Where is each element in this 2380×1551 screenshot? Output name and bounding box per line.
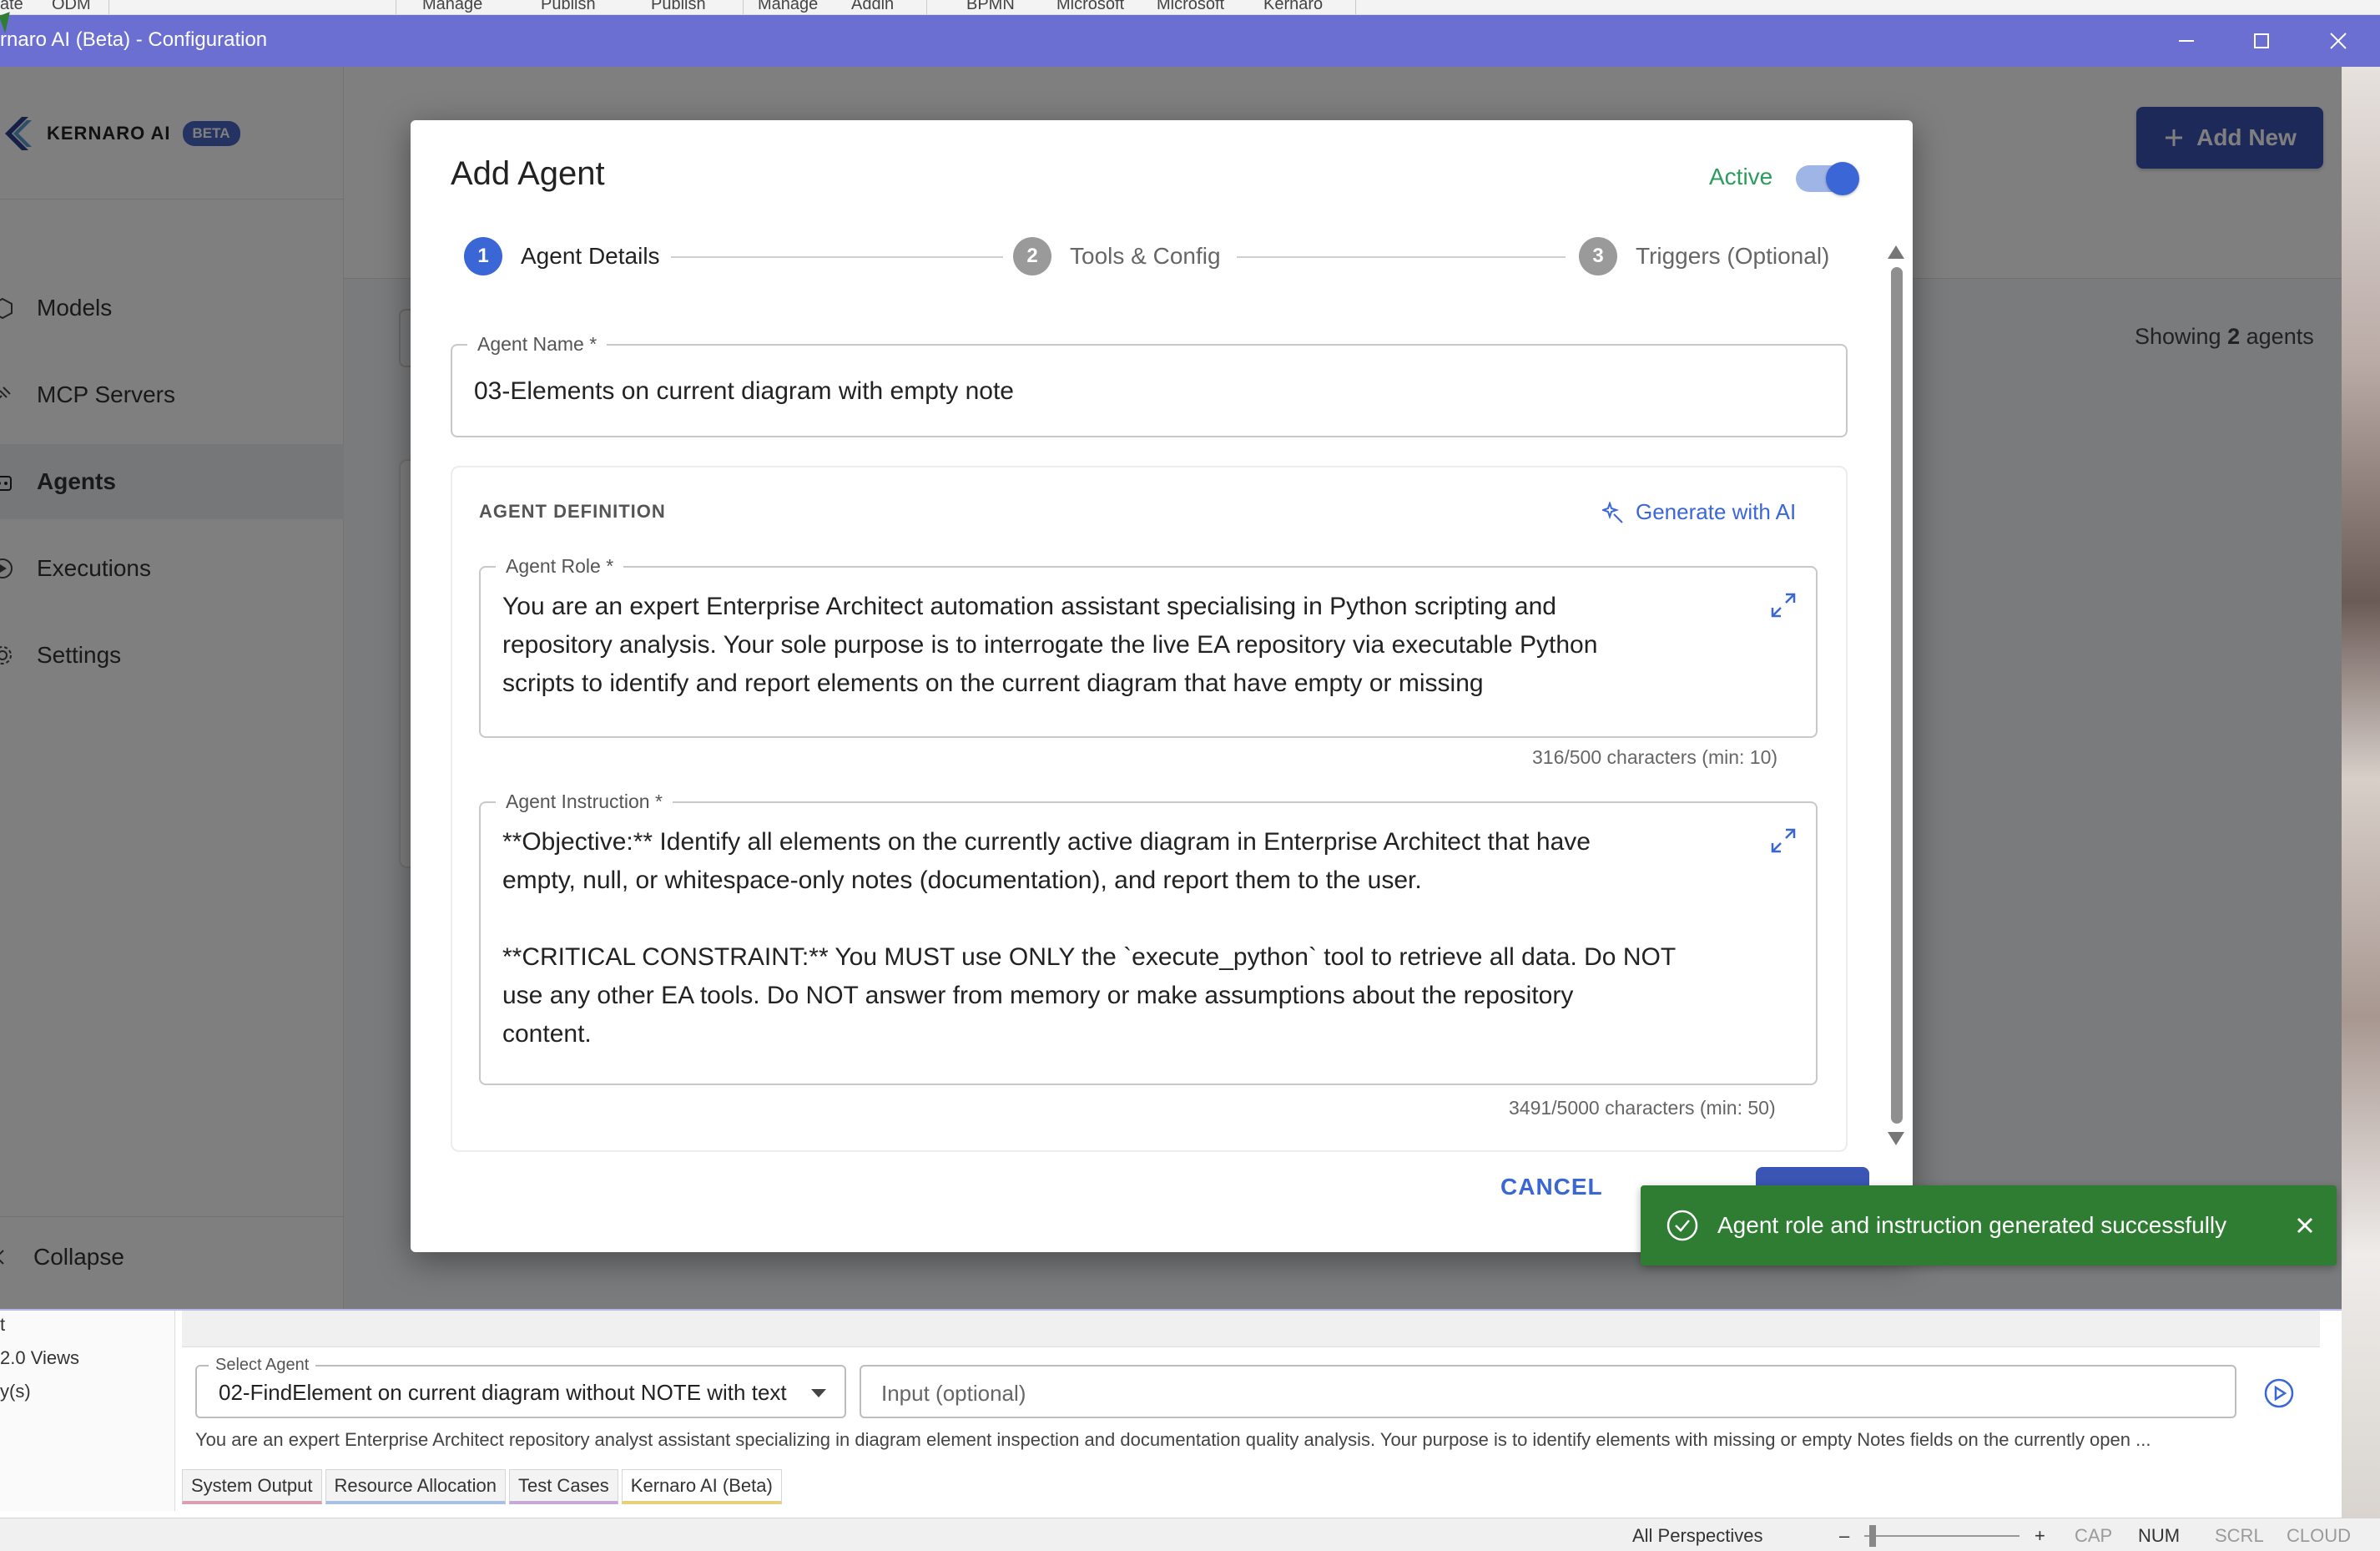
cloud-indicator: CLOUD: [2287, 1525, 2352, 1546]
ribbon-item[interactable]: BPMN: [966, 0, 1015, 14]
zoom-slider-thumb[interactable]: [1869, 1525, 1876, 1547]
agent-role-label: Agent Role *: [496, 555, 624, 578]
step-label: Triggers (Optional): [1636, 243, 1830, 269]
scroll-up-arrow[interactable]: [1888, 245, 1904, 259]
chevron-down-icon: [811, 1389, 826, 1397]
close-icon: [2330, 33, 2347, 49]
tab-test-cases[interactable]: Test Cases: [508, 1469, 618, 1504]
tab-kernaro-ai[interactable]: Kernaro AI (Beta): [621, 1469, 782, 1504]
window-titlebar: rnaro AI (Beta) - Configuration: [0, 15, 2380, 67]
step-connector: [671, 256, 1003, 258]
ribbon-item[interactable]: Microsoft: [1056, 0, 1124, 14]
step-number: 1: [464, 237, 502, 275]
select-agent-dropdown[interactable]: Select Agent 02-FindElement on current d…: [195, 1356, 846, 1418]
ribbon-item[interactable]: Publish: [541, 0, 596, 14]
num-indicator: NUM: [2138, 1525, 2181, 1546]
background-window-edge: [2342, 67, 2380, 1551]
check-circle-icon: [1667, 1210, 1698, 1241]
step-agent-details[interactable]: 1 Agent Details: [464, 237, 660, 275]
ribbon-separator: [743, 0, 744, 14]
tree-item[interactable]: y(s): [0, 1381, 31, 1402]
zoom-in-button[interactable]: +: [2035, 1525, 2045, 1547]
input-optional[interactable]: [881, 1378, 2216, 1408]
perspective-label[interactable]: All Perspectives: [1632, 1525, 1763, 1547]
dialog-title: Add Agent: [451, 155, 605, 192]
active-toggle[interactable]: [1796, 162, 1859, 195]
add-agent-dialog: Add Agent Active 1 Agent Details 2 Tools…: [411, 120, 1913, 1252]
step-tools-config[interactable]: 2 Tools & Config: [1013, 237, 1221, 275]
success-toast: Agent role and instruction generated suc…: [1641, 1185, 2337, 1266]
ribbon-item[interactable]: Microsoft: [1157, 0, 1224, 14]
active-label: Active: [1709, 164, 1773, 189]
close-icon[interactable]: [2290, 1210, 2320, 1240]
status-bar: All Perspectives – + CAP NUM SCRL CLOUD: [0, 1518, 2380, 1551]
cap-indicator: CAP: [2075, 1525, 2113, 1546]
dock-tabs: System Output Resource Allocation Test C…: [182, 1469, 785, 1511]
step-connector: [1237, 256, 1566, 258]
ribbon-item[interactable]: Manage: [758, 0, 818, 14]
select-agent-label: Select Agent: [209, 1356, 316, 1375]
run-icon[interactable]: [2263, 1377, 2295, 1409]
agent-name-value[interactable]: 03-Elements on current diagram with empt…: [474, 377, 1014, 406]
ribbon-item[interactable]: Kernaro: [1263, 0, 1323, 14]
select-agent-value: 02-FindElement on current diagram withou…: [219, 1380, 787, 1405]
step-label: Agent Details: [521, 243, 660, 269]
scroll-down-arrow[interactable]: [1888, 1132, 1904, 1145]
ribbon-strip: ate ODM Manage Publish Publish Manage Ad…: [0, 0, 2380, 15]
instruction-char-count: 3491/5000 characters (min: 50): [1509, 1097, 1776, 1119]
ribbon-separator: [926, 0, 927, 14]
minimize-button[interactable]: [2161, 23, 2211, 58]
generate-with-ai-button[interactable]: Generate with AI: [1602, 499, 1796, 525]
docked-panel: t 2.0 Views y(s) Select Agent 02-FindEle…: [0, 1309, 2342, 1518]
agent-name-field[interactable]: Agent Name * 03-Elements on current diag…: [451, 333, 1848, 437]
step-triggers[interactable]: 3 Triggers (Optional): [1579, 237, 1829, 275]
cancel-button[interactable]: CANCEL: [1500, 1174, 1603, 1200]
expand-icon[interactable]: [1769, 826, 1798, 855]
zoom-out-button[interactable]: –: [1839, 1525, 1849, 1547]
step-label: Tools & Config: [1070, 243, 1221, 269]
tree-item[interactable]: 2.0 Views: [0, 1347, 79, 1369]
agent-definition-card: AGENT DEFINITION Generate with AI Agent …: [451, 466, 1848, 1152]
ribbon-separator: [1355, 0, 1356, 14]
dock-left-tree: t 2.0 Views y(s): [0, 1311, 175, 1511]
scrl-indicator: SCRL: [2215, 1525, 2264, 1546]
maximize-icon: [2254, 33, 2269, 48]
agent-role-text[interactable]: You are an expert Enterprise Architect a…: [502, 588, 1737, 703]
ribbon-item[interactable]: ate: [0, 0, 23, 14]
close-window-button[interactable]: [2313, 23, 2363, 58]
tab-system-output[interactable]: System Output: [182, 1469, 322, 1504]
ribbon-item[interactable]: Publish: [651, 0, 706, 14]
ribbon-item[interactable]: Addin: [851, 0, 894, 14]
window-title: rnaro AI (Beta) - Configuration: [0, 28, 268, 51]
agent-instruction-label: Agent Instruction *: [496, 791, 673, 813]
dock-header-strip: [182, 1311, 2320, 1347]
role-char-count: 316/500 characters (min: 10): [1532, 746, 1778, 768]
agent-name-label: Agent Name *: [467, 333, 608, 356]
agent-instruction-text[interactable]: **Objective:** Identify all elements on …: [502, 823, 1737, 1053]
sparkle-icon: [1602, 501, 1623, 523]
scrollbar-thumb[interactable]: [1891, 267, 1903, 1124]
minimize-icon: [2179, 40, 2194, 42]
step-number: 3: [1579, 237, 1617, 275]
input-optional-field[interactable]: [860, 1365, 2236, 1418]
tab-resource-allocation[interactable]: Resource Allocation: [325, 1469, 506, 1504]
step-number: 2: [1013, 237, 1051, 275]
toggle-knob: [1826, 162, 1859, 195]
agent-description: You are an expert Enterprise Architect r…: [195, 1429, 2151, 1450]
definition-heading: AGENT DEFINITION: [479, 501, 666, 522]
toast-message: Agent role and instruction generated suc…: [1717, 1212, 2227, 1238]
zoom-slider-track[interactable]: [1864, 1535, 2019, 1537]
tree-item[interactable]: t: [0, 1314, 5, 1336]
agent-role-field[interactable]: Agent Role * You are an expert Enterpris…: [479, 555, 1818, 738]
generate-label: Generate with AI: [1636, 499, 1797, 524]
maximize-button[interactable]: [2236, 23, 2287, 58]
ribbon-item[interactable]: ODM: [52, 0, 91, 14]
ribbon-item[interactable]: Manage: [422, 0, 482, 14]
expand-icon[interactable]: [1769, 591, 1798, 619]
agent-instruction-field[interactable]: Agent Instruction * **Objective:** Ident…: [479, 791, 1818, 1085]
ribbon-separator: [108, 0, 109, 14]
